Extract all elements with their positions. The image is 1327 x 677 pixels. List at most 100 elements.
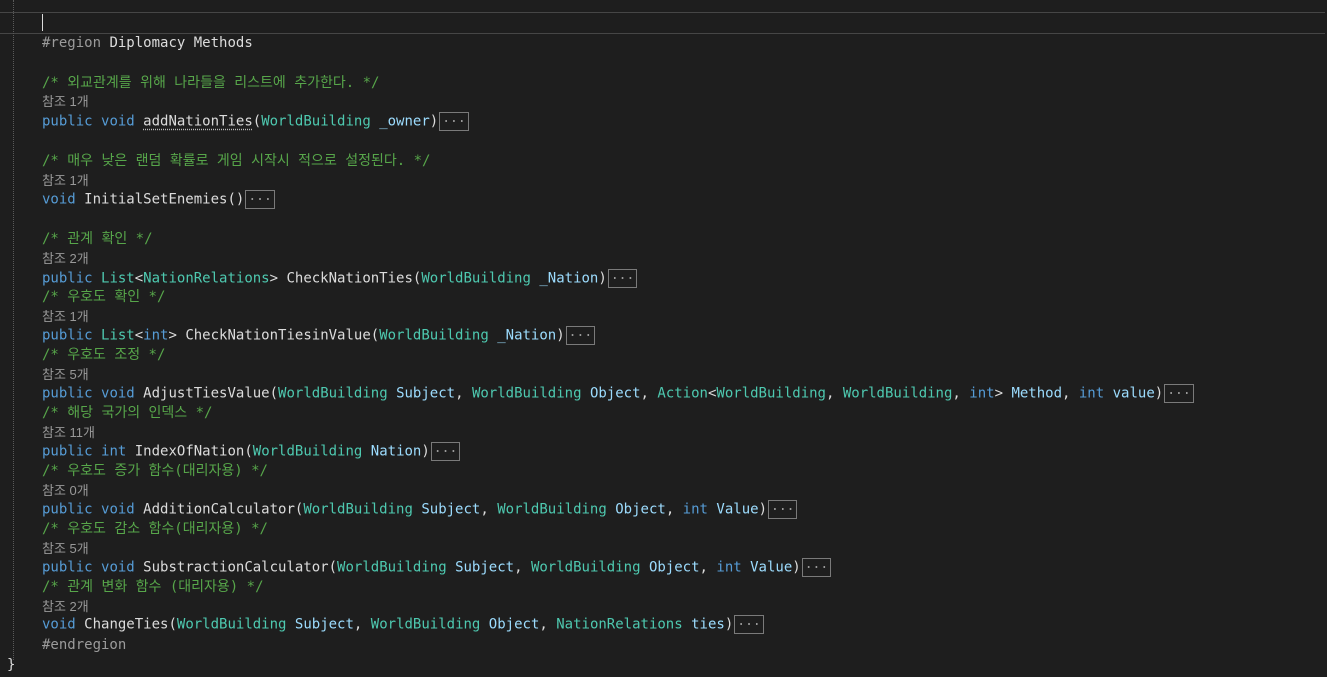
collapsed-block-marker[interactable]: ... (801, 558, 832, 577)
code-token: ( (244, 443, 253, 460)
current-line-highlight (0, 12, 1325, 34)
references-codelens[interactable]: 참조 1개 (42, 172, 89, 190)
endregion-directive: #endregion (42, 637, 127, 653)
code-token: int (101, 443, 127, 460)
code-token: Action (657, 385, 708, 402)
code-token: public (42, 113, 93, 130)
references-codelens[interactable]: 참조 1개 (42, 93, 89, 111)
references-codelens[interactable]: 참조 5개 (42, 540, 89, 558)
method-signature[interactable]: public void AdditionCalculator(WorldBuil… (42, 500, 798, 519)
code-token: WorldBuilding (842, 385, 953, 402)
references-codelens[interactable]: 참조 1개 (42, 308, 89, 326)
code-token: , (699, 559, 717, 576)
code-token: > (168, 327, 186, 344)
code-token: ) (792, 559, 801, 576)
indent-guide (13, 0, 14, 660)
collapsed-block-marker[interactable]: ... (430, 442, 461, 461)
region-directive: #region (42, 35, 102, 51)
code-token: InitialSetEnemies (84, 191, 228, 208)
code-token: WorldBuilding (261, 113, 371, 130)
method-signature[interactable]: void ChangeTies(WorldBuilding Subject, W… (42, 615, 764, 634)
code-token: void (42, 191, 76, 208)
code-token: ) (724, 616, 734, 633)
method-comment[interactable]: /* 관계 변화 함수 (대리자용) */ (42, 578, 264, 597)
code-token: , (514, 559, 531, 576)
method-comment[interactable]: /* 우호도 증가 함수(대리자용) */ (42, 462, 268, 481)
collapsed-block-marker[interactable]: ... (768, 500, 798, 519)
code-token: , (1062, 385, 1079, 402)
code-token: int (143, 327, 169, 344)
method-comment[interactable]: /* 우호도 조정 */ (42, 346, 165, 365)
references-codelens[interactable]: 참조 2개 (42, 250, 89, 268)
collapsed-block-marker[interactable]: ... (245, 190, 275, 209)
code-token: , (539, 616, 557, 633)
code-token: WorldBuilding (337, 559, 447, 576)
method-comment[interactable]: /* 외교관계를 위해 나라들을 리스트에 추가한다. */ (42, 74, 379, 93)
code-token: int (682, 501, 708, 518)
code-token: WorldBuilding (530, 559, 641, 576)
references-codelens[interactable]: 참조 2개 (42, 598, 89, 616)
code-token: AdjustTiesValue (143, 385, 270, 402)
code-token: Subject (396, 385, 456, 402)
code-token: _owner (379, 113, 430, 130)
code-token: Subject (421, 501, 481, 518)
collapsed-block-marker[interactable]: ... (565, 326, 596, 345)
code-token: WorldBuilding (278, 385, 388, 402)
code-token: AdditionCalculator (143, 501, 295, 518)
region-start-line[interactable]: #region Diplomacy Methods (42, 34, 253, 53)
method-signature[interactable]: public void addNationTies(WorldBuilding … (42, 112, 469, 131)
method-signature[interactable]: void InitialSetEnemies()... (42, 190, 275, 209)
code-token: void (42, 616, 76, 633)
code-token: ( (370, 327, 380, 344)
code-token: ( (328, 559, 338, 576)
code-token: ( (252, 113, 262, 130)
references-codelens[interactable]: 참조 0개 (42, 482, 89, 500)
code-token: public (42, 385, 93, 402)
code-token: public (42, 443, 93, 460)
code-editor[interactable]: #region Diplomacy Methods /* 외교관계를 위해 나라… (0, 0, 1327, 677)
collapsed-block-marker[interactable]: ... (1164, 384, 1194, 403)
method-signature[interactable]: public List<int> CheckNationTiesinValue(… (42, 326, 596, 345)
code-token: WorldBuilding (303, 501, 413, 518)
method-signature[interactable]: public int IndexOfNation(WorldBuilding N… (42, 442, 461, 461)
collapsed-block-marker[interactable]: ... (734, 615, 764, 634)
code-token: > (269, 270, 287, 287)
collapsed-block-marker[interactable]: ... (439, 112, 469, 131)
method-signature[interactable]: public void AdjustTiesValue(WorldBuildin… (42, 384, 1194, 403)
region-end-line[interactable]: #endregion (42, 636, 126, 655)
code-token: ChangeTies (84, 616, 169, 633)
code-token: ( (269, 385, 279, 402)
method-comment[interactable]: /* 매우 낮은 랜덤 확률로 게임 시작시 적으로 설정된다. */ (42, 152, 430, 171)
code-token: < (134, 270, 144, 287)
code-token: void (101, 501, 135, 518)
code-token: int (716, 559, 742, 576)
collapsed-block-marker[interactable]: ... (607, 269, 638, 288)
method-comment[interactable]: /* 우호도 확인 */ (42, 288, 165, 307)
references-codelens[interactable]: 참조 5개 (42, 366, 89, 384)
closing-brace: } (7, 657, 16, 673)
code-token: public (42, 559, 93, 576)
method-comment[interactable]: /* 해당 국가의 인덱스 */ (42, 404, 212, 423)
references-codelens[interactable]: 참조 11개 (42, 424, 95, 442)
method-signature[interactable]: public List<NationRelations> CheckNation… (42, 269, 638, 288)
code-token: ) (1154, 385, 1164, 402)
method-comment[interactable]: /* 관계 확인 */ (42, 230, 153, 249)
method-comment[interactable]: /* 우호도 감소 함수(대리자용) */ (42, 520, 268, 539)
code-token: List (101, 270, 135, 287)
code-token: () (227, 191, 245, 208)
method-signature[interactable]: public void SubstractionCalculator(World… (42, 558, 832, 577)
